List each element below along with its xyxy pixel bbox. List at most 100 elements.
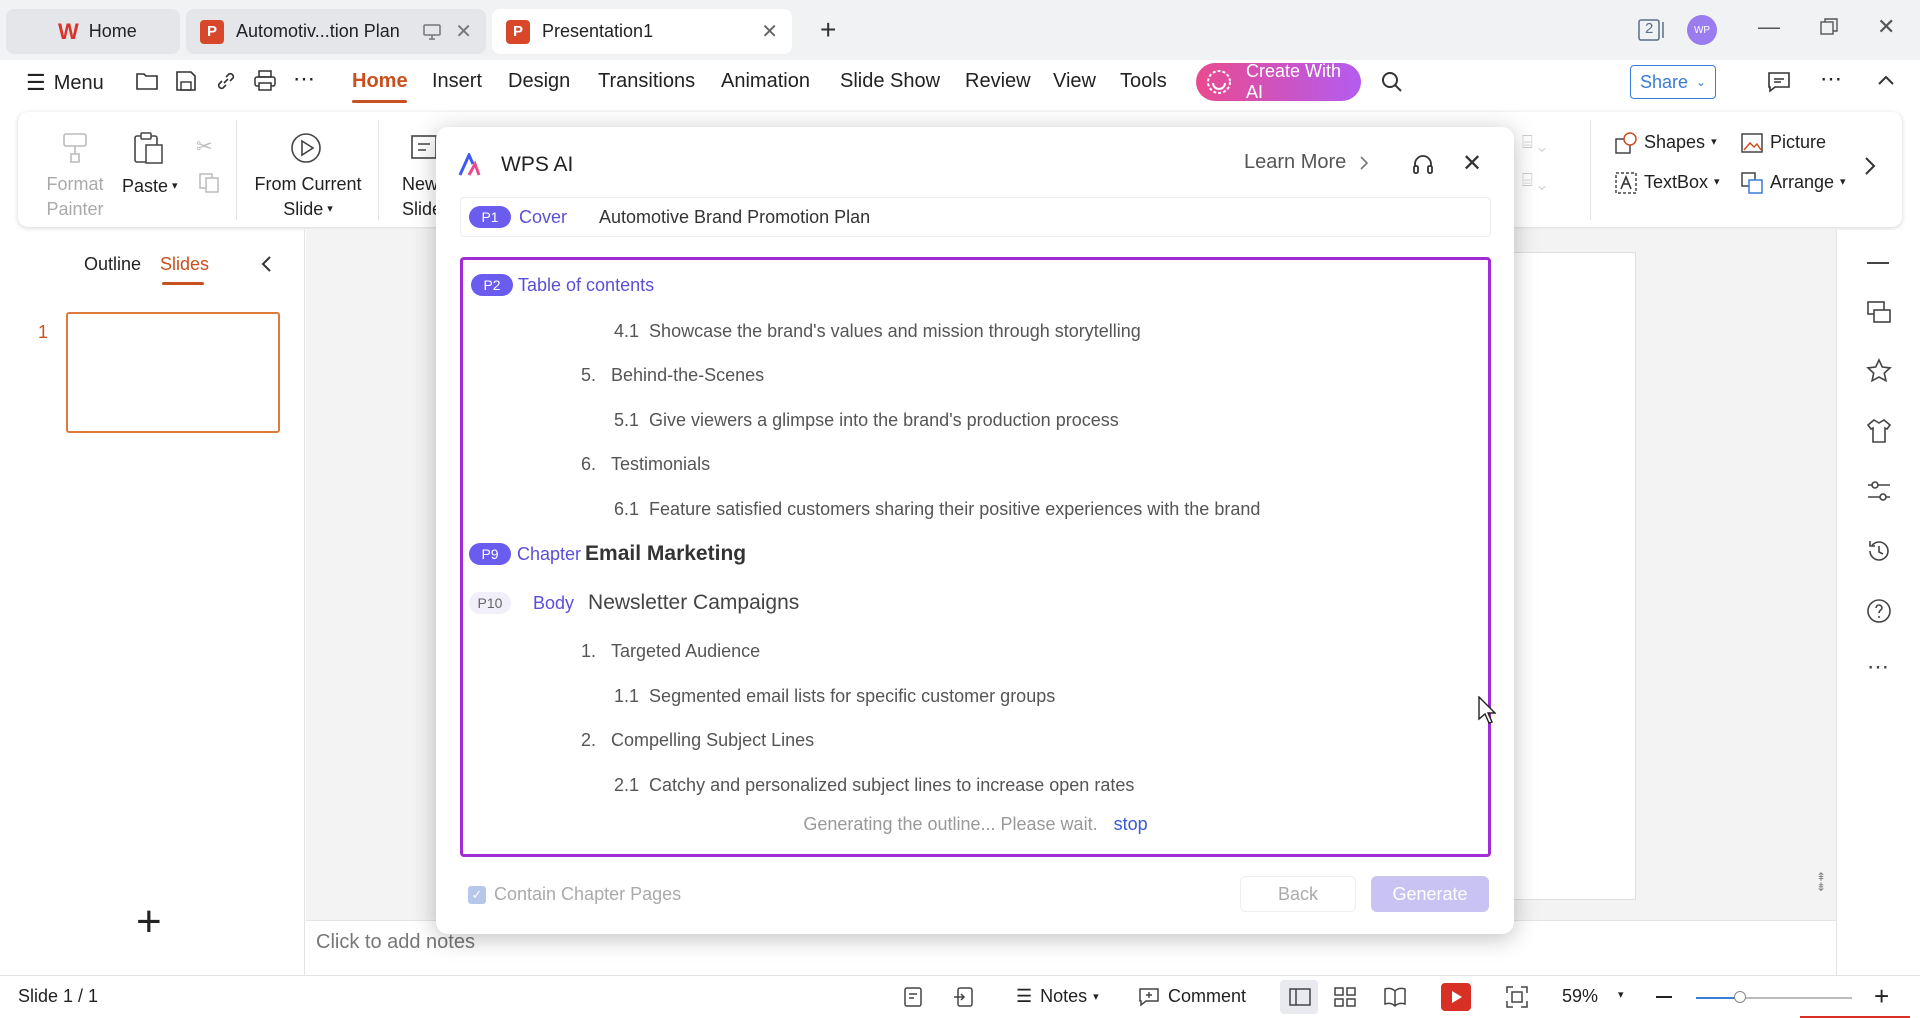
outline-item[interactable]: 6. Testimonials — [581, 454, 710, 475]
learn-more-link[interactable]: Learn More — [1244, 151, 1369, 174]
add-slide-button[interactable]: + — [136, 900, 162, 944]
export-icon[interactable] — [952, 986, 974, 1008]
slide-thumbnail[interactable] — [66, 312, 280, 433]
slide-layout-icon[interactable] — [1866, 300, 1892, 326]
outline-item[interactable]: 5.1 Give viewers a glimpse into the bran… — [614, 410, 1119, 431]
more-options-icon[interactable]: ⋯ — [1820, 66, 1842, 92]
toc-row: P2 Table of contents — [471, 274, 654, 296]
play-slideshow-button[interactable] — [1441, 983, 1471, 1011]
outline-item[interactable]: 5. Behind-the-Scenes — [581, 365, 764, 386]
close-dialog-icon[interactable]: ✕ — [1462, 149, 1482, 178]
spell-check-icon[interactable] — [902, 986, 924, 1008]
tab-review[interactable]: Review — [965, 70, 1031, 93]
body-item[interactable]: 2.1 Catchy and personalized subject line… — [614, 775, 1134, 796]
outline-editor[interactable]: P2 Table of contents 4.1 Showcase the br… — [460, 257, 1491, 857]
tab-view[interactable]: View — [1053, 70, 1096, 93]
page-type-label: Chapter — [517, 543, 582, 564]
paste-button[interactable]: Paste ▾ — [122, 174, 178, 199]
shapes-button[interactable]: Shapes ▾ — [1614, 130, 1717, 155]
slide-nav-icon[interactable]: ⇞ ⇟ — [1816, 871, 1826, 893]
share-button[interactable]: Share ⌄ — [1630, 65, 1716, 99]
normal-view-button[interactable] — [1280, 980, 1318, 1014]
restore-icon[interactable] — [1820, 18, 1838, 36]
zoom-level[interactable]: 59% — [1562, 986, 1598, 1007]
cover-row[interactable]: P1 Cover Automotive Brand Promotion Plan — [460, 197, 1491, 237]
create-with-ai-button[interactable]: Create With AI — [1196, 61, 1361, 102]
tab-slide-show[interactable]: Slide Show — [840, 70, 940, 93]
align-icon[interactable]: ⌸ ⌄ — [1522, 132, 1546, 153]
minimize-panel-icon[interactable] — [1867, 262, 1889, 264]
zoom-slider-handle[interactable] — [1734, 991, 1746, 1003]
stop-button[interactable]: stop — [1114, 814, 1148, 835]
monitor-icon[interactable] — [423, 23, 441, 40]
cut-icon[interactable]: ✂ — [196, 134, 213, 159]
tab-tools[interactable]: Tools — [1120, 70, 1167, 93]
minimize-icon[interactable]: — — [1758, 14, 1780, 40]
tab-design[interactable]: Design — [508, 70, 570, 93]
close-window-icon[interactable]: ✕ — [1877, 14, 1895, 40]
outline-item[interactable]: 6.1 Feature satisfied customers sharing … — [614, 499, 1260, 520]
textbox-button[interactable]: TextBox ▾ — [1614, 170, 1720, 195]
comment-button[interactable]: Comment — [1138, 986, 1246, 1007]
menu-button[interactable]: ☰ Menu — [26, 70, 104, 96]
zoom-out-icon[interactable] — [1656, 996, 1672, 998]
body-row[interactable]: P10 Body Newsletter Campaigns — [469, 591, 799, 615]
from-current-slide-button[interactable]: From Current Slide ▾ — [250, 172, 366, 222]
more-icon[interactable]: ⋯ — [293, 66, 315, 92]
arrange-button[interactable]: Arrange ▾ — [1740, 170, 1846, 195]
body-item[interactable]: 2. Compelling Subject Lines — [581, 730, 814, 751]
contain-chapter-checkbox[interactable]: ✓ Contain Chapter Pages — [468, 884, 681, 905]
chevron-down-icon: ▾ — [1840, 176, 1846, 188]
close-icon[interactable]: ✕ — [455, 19, 472, 44]
picture-button[interactable]: Picture — [1740, 130, 1826, 155]
new-tab-button[interactable]: + — [820, 14, 836, 46]
body-title: Newsletter Campaigns — [588, 591, 800, 614]
reading-view-icon[interactable] — [1383, 986, 1407, 1008]
comment-panel-icon[interactable] — [1767, 71, 1791, 93]
notes-toggle-button[interactable]: ☰ Notes ▾ — [1016, 986, 1099, 1007]
ribbon-scroll-right-icon[interactable] — [1864, 156, 1876, 176]
tab-home[interactable]: W Home — [6, 9, 180, 54]
tab-insert[interactable]: Insert — [432, 70, 482, 93]
tab-animation[interactable]: Animation — [721, 70, 810, 93]
tab-presentation1[interactable]: P Presentation1 ✕ — [492, 9, 792, 54]
zoom-in-icon[interactable]: + — [1874, 981, 1889, 1012]
tab-home-menu[interactable]: Home — [352, 70, 408, 93]
more-icon[interactable]: ⋯ — [1867, 654, 1889, 680]
tab-transitions[interactable]: Transitions — [598, 70, 695, 93]
settings-sliders-icon[interactable] — [1866, 478, 1892, 504]
tab-automotive-plan[interactable]: P Automotiv...tion Plan ✕ — [186, 9, 486, 54]
chapter-row[interactable]: P9 Chapter Email Marketing — [469, 542, 746, 566]
back-button[interactable]: Back — [1240, 876, 1356, 912]
chevron-down-icon[interactable]: ▾ — [1618, 988, 1624, 1001]
open-folder-icon[interactable] — [135, 70, 159, 92]
format-painter-button[interactable]: Format Painter — [40, 172, 110, 222]
tab-slides[interactable]: Slides — [160, 254, 209, 275]
headset-icon[interactable] — [1412, 154, 1434, 176]
chevron-down-icon: ▾ — [327, 203, 333, 215]
slide-sorter-icon[interactable] — [1334, 986, 1356, 1008]
history-icon[interactable] — [1866, 538, 1892, 564]
shirt-style-icon[interactable] — [1866, 418, 1892, 444]
mouse-cursor-icon — [1478, 696, 1496, 724]
star-icon[interactable] — [1866, 358, 1892, 384]
close-icon[interactable]: ✕ — [761, 19, 778, 44]
generate-button[interactable]: Generate — [1371, 876, 1489, 912]
help-icon[interactable] — [1866, 598, 1892, 624]
search-icon[interactable] — [1380, 70, 1404, 94]
collapse-ribbon-icon[interactable] — [1877, 74, 1895, 86]
chevron-down-icon: ▾ — [1711, 136, 1717, 148]
body-item[interactable]: 1.1 Segmented email lists for specific c… — [614, 686, 1055, 707]
save-icon[interactable] — [175, 70, 197, 92]
collapse-panel-icon[interactable] — [260, 255, 272, 273]
distribute-icon[interactable]: ⌸ ⌄ — [1522, 170, 1546, 191]
fit-to-window-icon[interactable] — [1506, 986, 1528, 1008]
tab-outline[interactable]: Outline — [84, 254, 141, 275]
avatar[interactable]: WP — [1687, 15, 1717, 45]
copy-icon[interactable] — [198, 172, 220, 194]
print-icon[interactable] — [253, 70, 277, 92]
outline-item[interactable]: 4.1 Showcase the brand's values and miss… — [614, 321, 1141, 342]
link-icon[interactable] — [215, 70, 237, 92]
window-count-icon[interactable]: 2 — [1638, 18, 1668, 42]
body-item[interactable]: 1. Targeted Audience — [581, 641, 760, 662]
